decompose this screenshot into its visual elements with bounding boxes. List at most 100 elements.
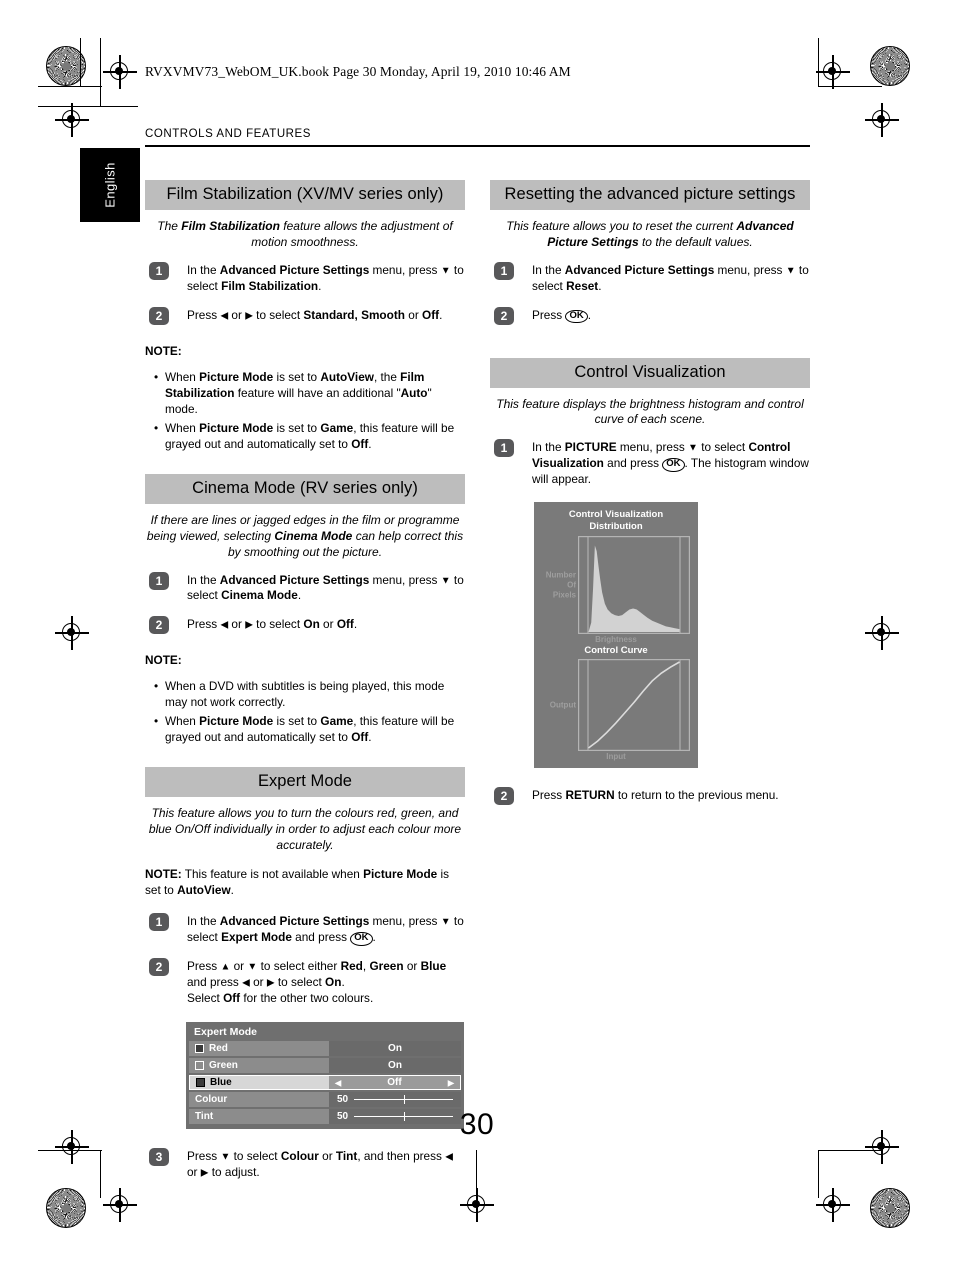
section-heading-reset-advanced: Resetting the advanced picture settings bbox=[490, 180, 810, 210]
registration-cross-bottom-center bbox=[460, 1188, 494, 1222]
right-column: Resetting the advanced picture settings … bbox=[490, 180, 810, 823]
histogram-y-axis-label: Number Of Pixels bbox=[540, 570, 576, 599]
step-number-badge: 1 bbox=[149, 571, 169, 590]
y-label-line: Number bbox=[545, 570, 576, 580]
ok-key-icon: OK bbox=[662, 458, 685, 473]
step-number-badge: 2 bbox=[149, 616, 169, 635]
right-caret-icon[interactable]: ▶ bbox=[448, 1078, 454, 1087]
osd-cv-title-line2: Distribution bbox=[589, 520, 643, 532]
ok-key-icon: OK bbox=[565, 309, 588, 324]
intro-suffix: feature allows the adjustment of motion … bbox=[251, 219, 453, 249]
language-tab: English bbox=[80, 148, 140, 222]
osd-row-colour[interactable]: Colour 50 bbox=[189, 1092, 461, 1108]
section-heading-cinema-mode: Cinema Mode (RV series only) bbox=[145, 473, 465, 504]
step-item: 2 Press RETURN to return to the previous… bbox=[490, 787, 810, 810]
step-text: Press ▲ or ▼ to select either Red, Green… bbox=[187, 958, 447, 1005]
histogram-plot: Number Of Pixels bbox=[540, 536, 690, 635]
registration-cross-right-middle bbox=[865, 616, 899, 650]
registration-cross-top-left bbox=[103, 55, 137, 89]
crop-rule-top-2 bbox=[38, 106, 138, 108]
step-text: In the Advanced Picture Settings menu, p… bbox=[187, 262, 464, 293]
step-item: 1 In the Advanced Picture Settings menu,… bbox=[490, 261, 810, 295]
step-item: 3 Press ▼ to select Colour or Tint, and … bbox=[145, 1148, 465, 1181]
down-arrow-icon: ▼ bbox=[247, 961, 258, 973]
crop-rule-center-bottom-v bbox=[476, 1150, 478, 1190]
crop-rule-bottom-left bbox=[38, 1150, 102, 1152]
document-page: RVXVMV73_WebOM_UK.book Page 30 Monday, A… bbox=[0, 0, 954, 1267]
control-curve-plot: Output bbox=[542, 659, 690, 752]
running-head: CONTROLS AND FEATURES bbox=[145, 128, 311, 140]
note-label: NOTE: bbox=[145, 652, 465, 668]
step-text: Press ◀ or ▶ to select Standard, Smooth … bbox=[187, 307, 443, 322]
registration-cross-right-upper bbox=[865, 103, 899, 137]
osd-cv-title-line1: Control Visualization bbox=[568, 508, 664, 520]
osd-row-label: Green bbox=[209, 1060, 238, 1072]
osd-row-green[interactable]: Green On bbox=[189, 1058, 461, 1074]
control-curve-svg bbox=[578, 659, 690, 752]
crop-rule-bottom-right bbox=[818, 1150, 882, 1152]
osd-row-label: Blue bbox=[210, 1077, 232, 1089]
page-number: 30 bbox=[459, 1108, 495, 1141]
section-intro-film-stabilization: The Film Stabilization feature allows th… bbox=[145, 219, 465, 251]
crop-rule-top-right bbox=[818, 86, 882, 88]
osd-row-label: Colour bbox=[195, 1094, 228, 1106]
osd-title: Expert Mode bbox=[194, 1026, 258, 1039]
intro-prefix: The bbox=[157, 219, 182, 233]
osd-row-slider-cell: 50 bbox=[329, 1092, 461, 1108]
down-arrow-icon: ▼ bbox=[220, 1151, 231, 1163]
left-arrow-icon: ◀ bbox=[220, 619, 229, 631]
step-number-badge: 2 bbox=[494, 787, 514, 806]
osd-row-blue[interactable]: Blue ◀ Off ▶ bbox=[189, 1075, 461, 1091]
section-intro-control-visualization: This feature displays the brightness his… bbox=[496, 396, 804, 427]
note-bullet-list: When Picture Mode is set to AutoView, th… bbox=[145, 369, 465, 452]
registration-cross-left-upper bbox=[55, 103, 89, 137]
note-label-text: NOTE: bbox=[145, 343, 182, 358]
right-arrow-icon: ▶ bbox=[200, 1167, 209, 1179]
osd-row-red[interactable]: Red On bbox=[189, 1041, 461, 1057]
registration-rosette-top-right bbox=[870, 46, 910, 86]
step-text: Press RETURN to return to the previous m… bbox=[532, 788, 779, 803]
step-number-badge: 2 bbox=[149, 957, 169, 976]
down-arrow-icon: ▼ bbox=[440, 916, 451, 928]
note-expert-mode: NOTE: This feature is not available when… bbox=[145, 867, 450, 898]
step-item: 1 In the PICTURE menu, press ▼ to select… bbox=[490, 439, 810, 488]
step-number-badge: 2 bbox=[149, 306, 169, 325]
colour-swatch-icon bbox=[195, 1044, 204, 1054]
slider-track[interactable] bbox=[354, 1095, 453, 1105]
osd-row-label: Red bbox=[209, 1043, 228, 1055]
slider-value: 50 bbox=[337, 1094, 349, 1106]
osd-row-label-cell: Red bbox=[189, 1041, 329, 1057]
section-intro-reset-advanced: This feature allows you to reset the cur… bbox=[506, 219, 794, 249]
histogram-x-axis-label: Brightness bbox=[595, 635, 637, 645]
curve-x-axis-label: Input bbox=[606, 752, 626, 762]
control-visualization-osd-screenshot: Control Visualization Distribution Numbe… bbox=[534, 501, 698, 769]
right-arrow-icon: ▶ bbox=[245, 310, 253, 321]
language-tab-label: English bbox=[102, 162, 118, 208]
step-number-badge: 1 bbox=[494, 261, 514, 280]
osd-row-value-cell: ◀ Off ▶ bbox=[329, 1075, 461, 1091]
crop-rule-top bbox=[38, 86, 102, 88]
step-item: 2 Press ◀ or ▶ to select Standard, Smoot… bbox=[145, 306, 465, 330]
crop-rule-bottom-left-v bbox=[100, 1150, 102, 1198]
step-item: 2 Press OK. bbox=[490, 306, 810, 330]
ok-key-icon: OK bbox=[350, 932, 373, 946]
right-arrow-icon: ▶ bbox=[266, 977, 275, 989]
osd-row-label-cell: Colour bbox=[189, 1092, 329, 1108]
colour-swatch-icon bbox=[196, 1078, 205, 1088]
slider[interactable]: 50 bbox=[329, 1094, 461, 1105]
down-arrow-icon: ▼ bbox=[785, 265, 796, 277]
step-text: Press OK. bbox=[532, 307, 591, 324]
step-text: In the Advanced Picture Settings menu, p… bbox=[187, 572, 464, 603]
osd-row-value: On bbox=[329, 1058, 461, 1074]
book-file-header: RVXVMV73_WebOM_UK.book Page 30 Monday, A… bbox=[145, 64, 571, 79]
registration-cross-left-middle bbox=[55, 616, 89, 650]
slider-thumb[interactable] bbox=[403, 1095, 405, 1105]
step-number-badge: 1 bbox=[149, 261, 169, 280]
up-arrow-icon: ▲ bbox=[220, 961, 231, 973]
section-heading-expert-mode: Expert Mode bbox=[145, 767, 465, 798]
crop-rule-top-v bbox=[100, 38, 102, 106]
step-item: 2 Press ◀ or ▶ to select On or Off. bbox=[145, 616, 465, 639]
step-text: In the Advanced Picture Settings menu, p… bbox=[187, 914, 464, 946]
left-caret-icon[interactable]: ◀ bbox=[335, 1078, 341, 1087]
note-bullet: When Picture Mode is set to AutoView, th… bbox=[154, 369, 465, 417]
